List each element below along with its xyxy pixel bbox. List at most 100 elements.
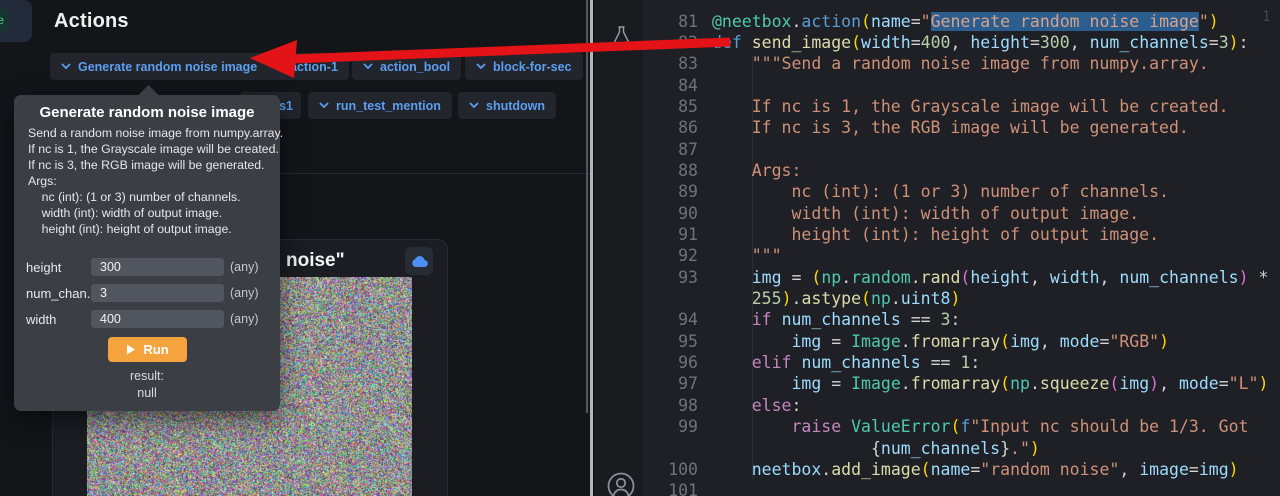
line-number: 90 xyxy=(643,203,698,224)
dashboard-panel: ne Actions Generate random noise image a… xyxy=(0,0,595,496)
code-line[interactable]: def send_image(width=400, height=300, nu… xyxy=(712,32,1249,53)
field-label: height xyxy=(26,260,61,275)
line-number: 81 xyxy=(643,11,698,32)
screen: ne Actions Generate random noise image a… xyxy=(0,0,1280,496)
code-line[interactable]: neetbox.add_image(name="random noise", i… xyxy=(712,459,1239,480)
code-line[interactable]: Args: xyxy=(712,160,801,181)
line-number: 86 xyxy=(643,117,698,138)
code-line[interactable]: if num_channels == 3: xyxy=(712,309,960,330)
run-button[interactable]: Run xyxy=(108,337,187,362)
code-editor[interactable]: 8182838485868788899091929394959697989910… xyxy=(643,0,1280,496)
line-number: 97 xyxy=(643,373,698,394)
play-icon xyxy=(126,344,136,355)
code-line[interactable]: img = Image.fromarray(np.squeeze(img), m… xyxy=(712,373,1268,394)
num-channels-field[interactable] xyxy=(91,284,224,302)
scrollbar-thumb-secondary[interactable] xyxy=(586,0,588,413)
field-row-num-channels: num_chan... (any) xyxy=(14,284,280,302)
code-line[interactable]: height (int): height of output image. xyxy=(712,224,1159,245)
chevron-down-icon xyxy=(273,63,283,70)
code-line[interactable]: elif num_channels == 1: xyxy=(712,352,980,373)
line-number: 98 xyxy=(643,395,698,416)
code-line[interactable]: raise ValueError(f"Input nc should be 1/… xyxy=(712,416,1258,437)
code-line[interactable]: img = Image.fromarray(img, mode="RGB") xyxy=(712,331,1169,352)
line-number: 96 xyxy=(643,352,698,373)
action-button-label: block-for-sec xyxy=(493,60,572,74)
action-button-label: action_bool xyxy=(380,60,450,74)
status-badge: ne xyxy=(0,9,9,31)
action-button-action-bool[interactable]: action_bool xyxy=(352,53,461,80)
line-number: 100 xyxy=(643,459,698,480)
line-number: 85 xyxy=(643,96,698,117)
line-number: 82 xyxy=(643,32,698,53)
line-number: 99 xyxy=(643,416,698,437)
action-button-label: run_test_mention xyxy=(336,99,441,113)
width-field[interactable] xyxy=(91,310,224,328)
line-number: 92 xyxy=(643,245,698,266)
code-line[interactable]: img = (np.random.rand(height, width, num… xyxy=(712,267,1268,288)
line-number: 95 xyxy=(643,331,698,352)
chevron-down-icon xyxy=(476,63,486,70)
line-number: 101 xyxy=(643,480,698,496)
action-button-run-test-mention[interactable]: run_test_mention xyxy=(308,92,452,119)
code-line[interactable]: {num_channels}.") xyxy=(712,438,1040,459)
tooltip-title: Generate random noise image xyxy=(14,104,280,121)
description-line: height (int): height of output image. xyxy=(28,221,274,237)
line-number: 84 xyxy=(643,75,698,96)
code-line[interactable]: """ xyxy=(712,245,782,266)
action-button-generate-random-noise-image[interactable]: Generate random noise image xyxy=(50,53,268,80)
chevron-down-icon xyxy=(469,102,479,109)
description-line: Args: xyxy=(28,173,274,189)
description-line: If nc is 1, the Grayscale image will be … xyxy=(28,141,274,157)
run-button-label: Run xyxy=(143,342,168,357)
action-button-action-1[interactable]: action-1 xyxy=(262,53,349,80)
action-button-label: s1 xyxy=(279,99,293,113)
field-label: num_chan... xyxy=(26,286,98,301)
chevron-down-icon xyxy=(363,63,373,70)
action-button-label: Generate random noise image xyxy=(78,60,257,74)
field-type-hint: (any) xyxy=(230,286,258,300)
code-line[interactable]: If nc is 1, the Grayscale image will be … xyxy=(712,96,1229,117)
code-line[interactable]: else: xyxy=(712,395,801,416)
line-number: 89 xyxy=(643,181,698,202)
action-button-label: shutdown xyxy=(486,99,545,113)
field-label: width xyxy=(26,312,56,327)
code-line[interactable]: width (int): width of output image. xyxy=(712,203,1139,224)
tooltip-description: Send a random noise image from numpy.arr… xyxy=(28,125,274,237)
action-button-shutdown[interactable]: shutdown xyxy=(458,92,556,119)
account-icon[interactable] xyxy=(606,471,636,496)
description-line: Send a random noise image from numpy.arr… xyxy=(28,125,274,141)
chevron-down-icon xyxy=(61,63,71,70)
code-line[interactable]: 255).astype(np.uint8) xyxy=(712,288,960,309)
description-line: nc (int): (1 or 3) number of channels. xyxy=(28,189,274,205)
editor-decoration: 1 xyxy=(1262,7,1270,28)
code-line[interactable]: If nc is 3, the RGB image will be genera… xyxy=(712,117,1189,138)
field-type-hint: (any) xyxy=(230,312,258,326)
field-row-height: height (any) xyxy=(14,258,280,276)
code-line[interactable]: @neetbox.action(name="Generate random no… xyxy=(712,11,1219,32)
line-number: 91 xyxy=(643,224,698,245)
status-card: ne xyxy=(0,0,32,42)
line-number: 94 xyxy=(643,309,698,330)
tooltip-caret xyxy=(138,85,159,106)
field-row-width: width (any) xyxy=(14,310,280,328)
scrollbar-thumb[interactable] xyxy=(590,0,593,496)
image-card-title: noise" xyxy=(286,250,345,272)
line-number: 88 xyxy=(643,160,698,181)
chevron-down-icon xyxy=(319,102,329,109)
field-type-hint: (any) xyxy=(230,260,258,274)
action-tooltip: Generate random noise image Send a rando… xyxy=(14,95,280,411)
line-number: 83 xyxy=(643,53,698,74)
height-field[interactable] xyxy=(91,258,224,276)
result-label: result: xyxy=(14,369,280,383)
cloud-icon[interactable] xyxy=(405,247,433,275)
action-button-block-for-sec[interactable]: block-for-sec xyxy=(465,53,583,80)
code-line[interactable]: """Send a random noise image from numpy.… xyxy=(712,53,1209,74)
line-number: 87 xyxy=(643,139,698,160)
action-button-label: action-1 xyxy=(290,60,338,74)
code-line[interactable]: nc (int): (1 or 3) number of channels. xyxy=(712,181,1169,202)
result-value: null xyxy=(14,386,280,400)
flask-icon[interactable] xyxy=(608,22,634,48)
description-line: If nc is 3, the RGB image will be genera… xyxy=(28,157,274,173)
activity-bar xyxy=(595,0,643,496)
page-title: Actions xyxy=(54,10,129,33)
